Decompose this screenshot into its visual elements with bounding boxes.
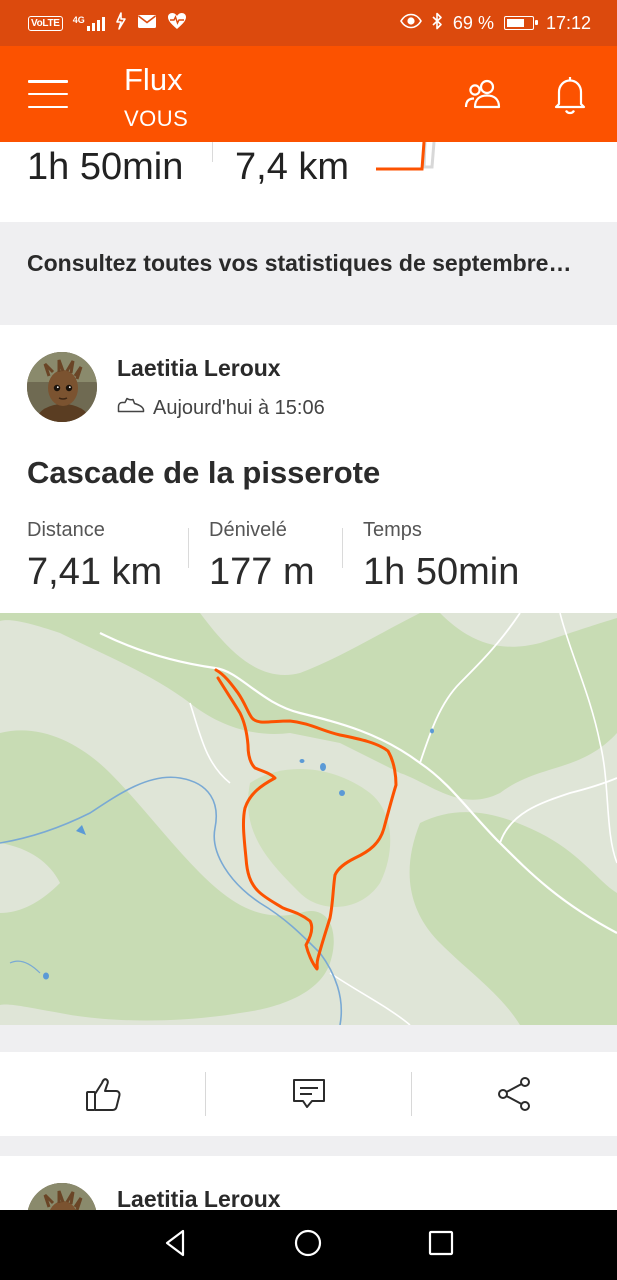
activity-title[interactable]: Cascade de la pisserote	[27, 455, 380, 491]
like-icon	[85, 1078, 121, 1111]
data-icon	[115, 11, 127, 35]
athlete-name[interactable]: Laetitia Leroux	[117, 1186, 281, 1213]
like-button[interactable]	[0, 1052, 205, 1136]
network-gen-label: 4G	[72, 15, 85, 25]
status-bar: VoLTE 4G 69 % 17:12	[0, 0, 617, 46]
avatar[interactable]	[27, 352, 97, 422]
previous-activity-card[interactable]: 1h 50min 7,4 km	[0, 142, 617, 222]
share-button[interactable]	[412, 1052, 617, 1136]
battery-fill	[506, 19, 524, 27]
home-icon[interactable]	[293, 1228, 323, 1263]
stat-divider	[188, 528, 189, 568]
page-title: Flux	[124, 62, 183, 97]
signal-icon: 4G	[73, 15, 105, 31]
activity-actions	[0, 1052, 617, 1136]
divider	[212, 142, 213, 162]
hiking-shoe-icon	[117, 396, 145, 420]
recents-icon[interactable]	[426, 1228, 456, 1263]
screen: VoLTE 4G 69 % 17:12 Flux VOUS 1h 50min 7…	[0, 0, 617, 1280]
mail-icon	[137, 13, 157, 34]
stat-label-distance: Distance	[27, 519, 105, 541]
back-icon[interactable]	[161, 1228, 191, 1263]
system-nav-bar	[0, 1210, 617, 1280]
friends-icon[interactable]	[462, 72, 506, 116]
route-map[interactable]	[0, 613, 617, 1025]
stat-value-time: 1h 50min	[363, 551, 520, 593]
activity-meta: Aujourd'hui à 15:06	[117, 396, 325, 420]
comment-icon	[292, 1079, 325, 1108]
status-left: VoLTE 4G	[28, 11, 187, 35]
health-icon	[167, 12, 187, 35]
share-icon	[497, 1077, 530, 1111]
athlete-name[interactable]: Laetitia Leroux	[117, 355, 281, 382]
status-right: 69 % 17:12	[399, 12, 591, 35]
bluetooth-icon	[432, 12, 443, 35]
volte-icon: VoLTE	[28, 15, 63, 31]
next-activity-card[interactable]: Laetitia Leroux	[0, 1156, 617, 1253]
app-bar: Flux VOUS	[0, 46, 617, 142]
activity-card[interactable]: Laetitia Leroux Aujourd'hui à 15:06 Casc…	[0, 325, 617, 1025]
page-subtitle: VOUS	[124, 106, 189, 131]
battery-icon	[503, 16, 538, 30]
stat-divider	[342, 528, 343, 568]
stat-label-elevation: Dénivelé	[209, 519, 287, 541]
activity-timestamp: Aujourd'hui à 15:06	[153, 396, 325, 419]
eye-icon	[399, 13, 422, 34]
previous-duration: 1h 50min	[27, 146, 184, 188]
clock: 17:12	[545, 12, 591, 33]
previous-distance: 7,4 km	[235, 146, 350, 188]
comment-button[interactable]	[206, 1052, 411, 1136]
previous-route-thumbnail	[376, 142, 436, 171]
stat-value-elevation: 177 m	[209, 551, 315, 593]
menu-icon[interactable]	[28, 80, 68, 108]
battery-percent: 69 %	[452, 12, 494, 33]
stat-value-distance: 7,41 km	[27, 551, 163, 593]
stat-label-time: Temps	[363, 519, 422, 541]
bell-icon[interactable]	[548, 72, 592, 116]
monthly-stats-link[interactable]: Consultez toutes vos statistiques de sep…	[0, 222, 617, 304]
